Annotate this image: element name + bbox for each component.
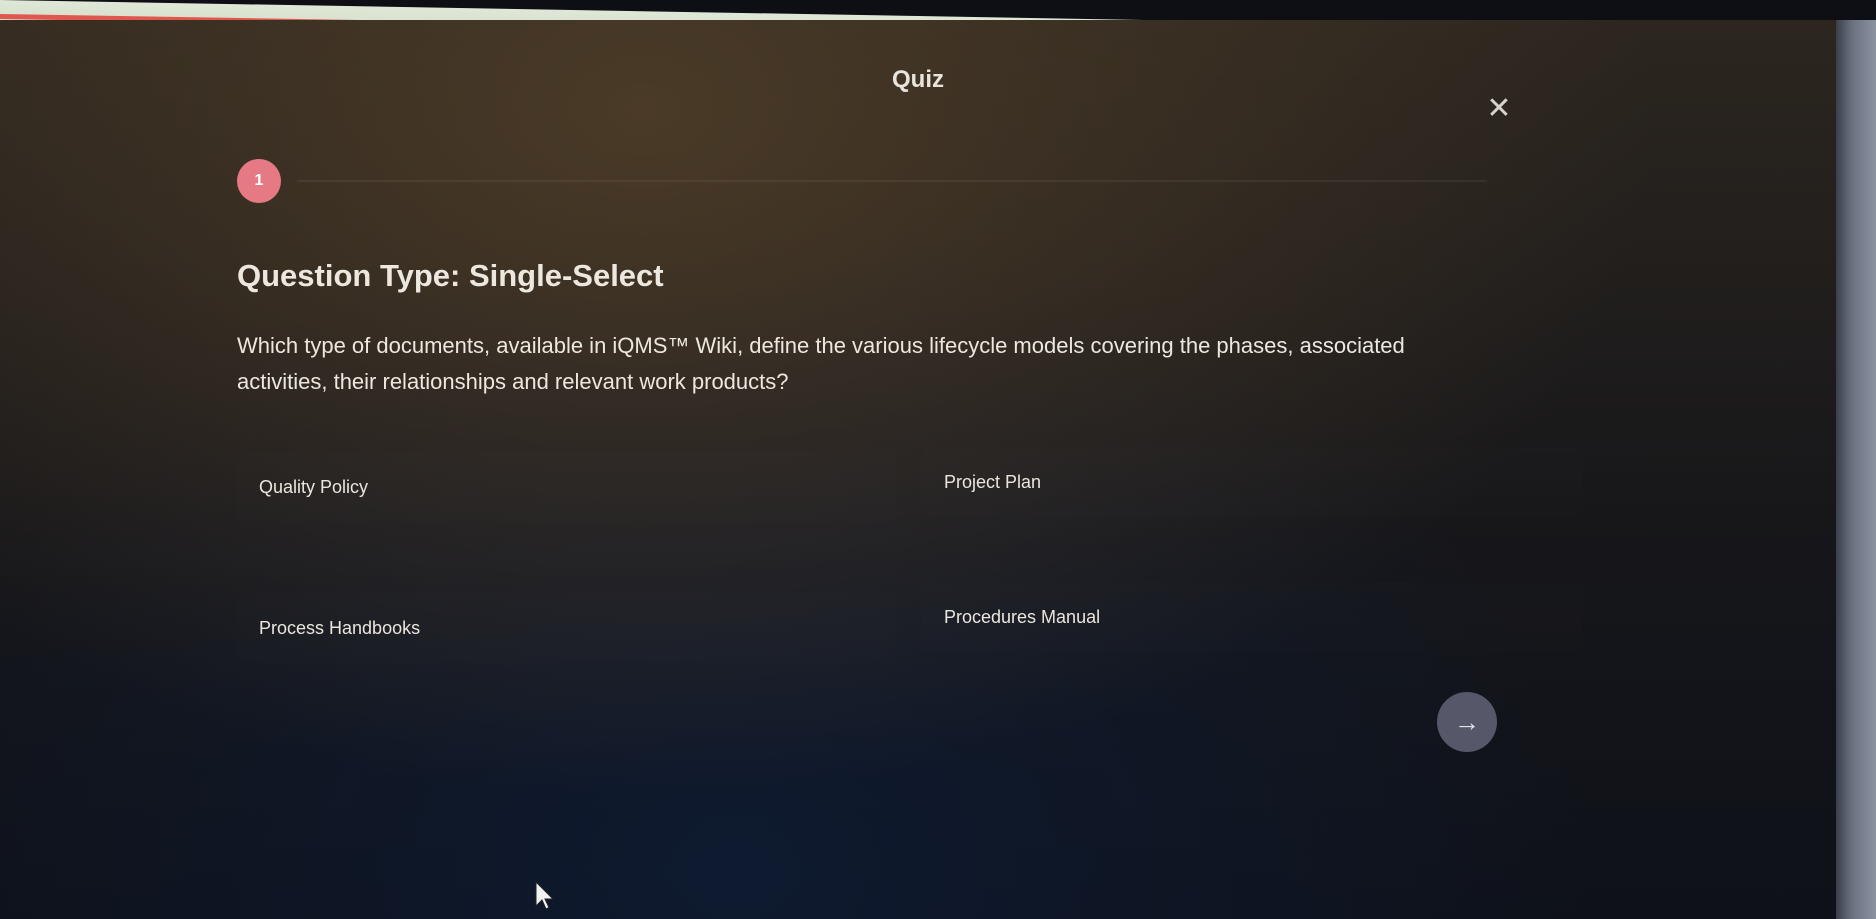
modal-title: Quiz xyxy=(892,66,944,93)
question-type-heading: Question Type: Single-Select xyxy=(237,258,664,293)
answer-option-procedures-manual[interactable]: Procedures Manual xyxy=(922,582,1582,652)
progress-track xyxy=(297,180,1487,182)
question-text: Which type of documents, available in iQ… xyxy=(237,333,1405,394)
answer-option-quality-policy[interactable]: Quality Policy xyxy=(237,452,897,522)
next-button[interactable]: → xyxy=(1437,692,1497,752)
arrow-right-icon: → xyxy=(1454,706,1480,737)
quiz-modal: Quiz ✕ 1 Question Type: Single-Select Wh… xyxy=(0,20,1836,919)
option-label: Project Plan xyxy=(944,471,1042,492)
option-label: Procedures Manual xyxy=(944,606,1101,627)
window-edge xyxy=(1836,20,1876,919)
step-badge: 1 xyxy=(237,159,281,203)
mouse-cursor-icon xyxy=(535,880,555,910)
answer-option-project-plan[interactable]: Project Plan xyxy=(922,447,1582,517)
option-label: Process Handbooks xyxy=(259,617,421,638)
option-label: Quality Policy xyxy=(259,476,369,497)
quiz-progress: 1 xyxy=(237,159,1493,203)
answer-option-process-handbooks[interactable]: Process Handbooks xyxy=(237,593,897,663)
close-icon[interactable]: ✕ xyxy=(1484,94,1514,124)
